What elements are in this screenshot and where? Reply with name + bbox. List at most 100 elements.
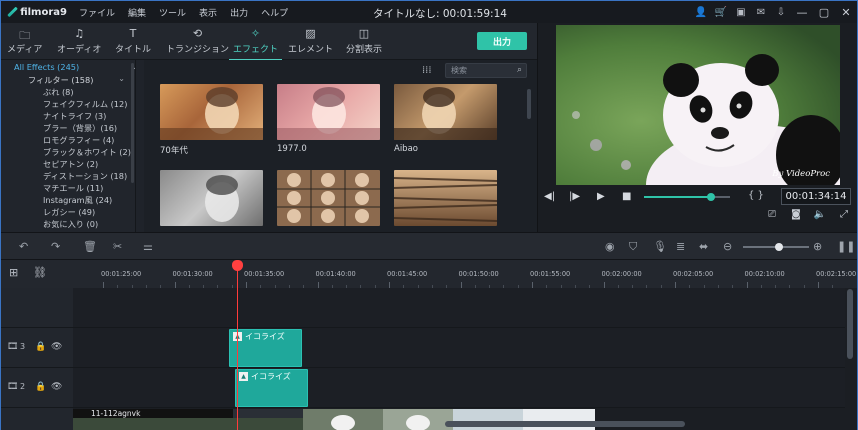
effect-thumbnail[interactable]	[160, 84, 263, 140]
ruler-label: 00:02:10:00	[744, 270, 785, 278]
tree-item[interactable]: ロモグラフィー (4)	[43, 134, 135, 146]
minimize-button[interactable]: —	[791, 1, 813, 23]
tree-item[interactable]: ナイトライフ (3)	[43, 110, 135, 122]
watermark-text: By VideoProc	[772, 169, 830, 179]
progress-handle[interactable]	[707, 193, 716, 201]
tree-item[interactable]: ブラー（背景）(16)	[43, 122, 135, 134]
undo-icon[interactable]: ↶	[19, 240, 28, 253]
tab-split-screen[interactable]: ◫ 分割表示	[346, 27, 382, 55]
track-2[interactable]: ▲ イコライズ	[73, 368, 845, 408]
stop-icon[interactable]: ■	[622, 191, 631, 202]
step-back-icon[interactable]: |▶	[569, 191, 580, 202]
tab-elements[interactable]: ▨ エレメント	[288, 27, 333, 55]
play-icon[interactable]: ▶	[597, 191, 605, 202]
grid-scrollbar[interactable]	[527, 89, 531, 119]
marker-icon[interactable]: ⛉	[629, 240, 637, 254]
media-tabs: 🗀 メディア ♫ オーディオ T タイトル ⟲ トランジション ✧ エフェクト …	[1, 23, 537, 61]
tab-transition[interactable]: ⟲ トランジション	[166, 27, 229, 55]
app-logo: filmora9	[7, 6, 67, 18]
close-button[interactable]: ✕	[835, 1, 857, 23]
timeline-horizontal-scrollbar[interactable]	[445, 421, 685, 427]
grid-view-icon[interactable]: ⁞⁞⁞	[422, 65, 432, 76]
lock-icon[interactable]: 🔒	[35, 342, 46, 352]
menu-help[interactable]: ヘルプ	[261, 6, 288, 19]
tree-filter[interactable]: フィルター (158) ⌄	[28, 74, 129, 86]
fullscreen-icon[interactable]: ⤢	[832, 209, 856, 220]
lock-icon[interactable]: 🔒	[35, 382, 46, 392]
effect-thumbnail[interactable]	[160, 170, 263, 226]
voiceover-icon[interactable]: ≣	[676, 240, 685, 253]
playhead-handle[interactable]	[232, 260, 243, 271]
pause-panel-icon[interactable]: ❚❚	[837, 240, 855, 253]
thumbnail-image	[205, 175, 239, 222]
eye-icon[interactable]: 👁	[51, 342, 62, 352]
tree-root-all-effects[interactable]: All Effects (245) ⌄	[14, 62, 135, 74]
thumbnail-image	[394, 87, 497, 140]
tree-item[interactable]: マチエール (11)	[43, 182, 135, 194]
save-icon[interactable]: ▣	[731, 1, 751, 23]
delete-icon[interactable]: 🗑	[83, 240, 97, 253]
zoom-out-icon[interactable]: ⊖	[723, 240, 732, 253]
render-icon[interactable]: ◉	[605, 240, 615, 253]
tree-item[interactable]: ぶれ (8)	[43, 86, 135, 98]
adjust-icon[interactable]: ⚌	[143, 240, 153, 253]
tree-item[interactable]: ブラック＆ホワイト (2)	[43, 146, 135, 158]
zoom-handle[interactable]	[775, 243, 784, 251]
link-icon[interactable]: ⛓	[33, 266, 47, 279]
menu-view[interactable]: 表示	[199, 6, 217, 19]
menu-export[interactable]: 出力	[230, 6, 248, 19]
menu-file[interactable]: ファイル	[79, 6, 115, 19]
effect-clip[interactable]: ▲ イコライズ	[229, 329, 302, 367]
split-screen-icon: ◫	[358, 27, 370, 40]
tab-title[interactable]: T タイトル	[115, 27, 151, 55]
tree-item[interactable]: フェイクフィルム (12)	[43, 98, 135, 110]
menu-edit[interactable]: 編集	[128, 6, 146, 19]
track-3[interactable]: ▲ イコライズ	[73, 328, 845, 368]
effect-label: Aibao	[394, 144, 418, 154]
download-icon[interactable]: ⇩	[771, 1, 791, 23]
effect-label: 70年代	[160, 146, 188, 156]
track-empty[interactable]	[73, 288, 845, 328]
tree-item[interactable]: ディストーション (18)	[43, 170, 135, 182]
chevron-down-icon: ⌄	[118, 74, 125, 83]
mark-in-out-icon[interactable]: { }	[748, 190, 764, 201]
zoom-slider[interactable]	[743, 243, 809, 251]
tree-item[interactable]: Instagram風 (24)	[43, 194, 135, 206]
prev-frame-icon[interactable]: ◀|	[544, 191, 555, 202]
effect-thumbnail[interactable]	[277, 84, 380, 140]
volume-icon[interactable]: 🔈	[808, 209, 832, 220]
eye-icon[interactable]: 👁	[51, 382, 62, 392]
mail-icon[interactable]: ✉	[751, 1, 771, 23]
redo-icon[interactable]: ↷	[51, 240, 60, 253]
effect-thumbnail[interactable]	[394, 170, 497, 226]
fit-icon[interactable]: ⬌	[699, 240, 708, 253]
snapshot-icon[interactable]: ◙	[784, 209, 808, 220]
tab-media[interactable]: 🗀 メディア	[7, 27, 42, 55]
tab-effects[interactable]: ✧ エフェクト	[228, 27, 283, 61]
window-title: タイトルなし: 00:01:59:14	[373, 8, 507, 20]
effects-icon: ✧	[250, 27, 261, 40]
cut-icon[interactable]: ✂	[113, 240, 122, 253]
search-input[interactable]: 検索 ⌕	[445, 63, 527, 78]
render-preview-icon[interactable]: ⎚	[760, 209, 784, 220]
preview-progress-bar[interactable]	[644, 193, 730, 201]
search-icon[interactable]: ⌕	[517, 64, 522, 77]
tree-item[interactable]: レガシー (49)	[43, 206, 135, 218]
zoom-in-icon[interactable]: ⊕	[813, 240, 822, 253]
menu-tools[interactable]: ツール	[159, 6, 186, 19]
ruler-track[interactable]: 00:01:25:00 00:01:30:00 00:01:35:00 00:01:4…	[73, 260, 856, 288]
effect-clip[interactable]: ▲ イコライズ	[235, 369, 308, 407]
timeline-vertical-scrollbar[interactable]	[847, 289, 853, 359]
effect-thumbnail[interactable]	[277, 170, 380, 226]
microphone-icon[interactable]: 🎙	[653, 240, 667, 253]
export-button[interactable]: 出力	[477, 32, 527, 50]
tree-item[interactable]: セピアトン (2)	[43, 158, 135, 170]
effect-thumbnail[interactable]	[394, 84, 497, 140]
cart-icon[interactable]: 🛒	[711, 1, 731, 23]
add-track-icon[interactable]: ⊞	[9, 266, 18, 279]
account-icon[interactable]: 👤	[691, 1, 711, 23]
tab-audio[interactable]: ♫ オーディオ	[57, 27, 101, 55]
tree-scrollbar[interactable]	[131, 63, 134, 183]
tree-item[interactable]: お気に入り (0)	[43, 218, 135, 230]
maximize-button[interactable]: ▢	[813, 1, 835, 23]
